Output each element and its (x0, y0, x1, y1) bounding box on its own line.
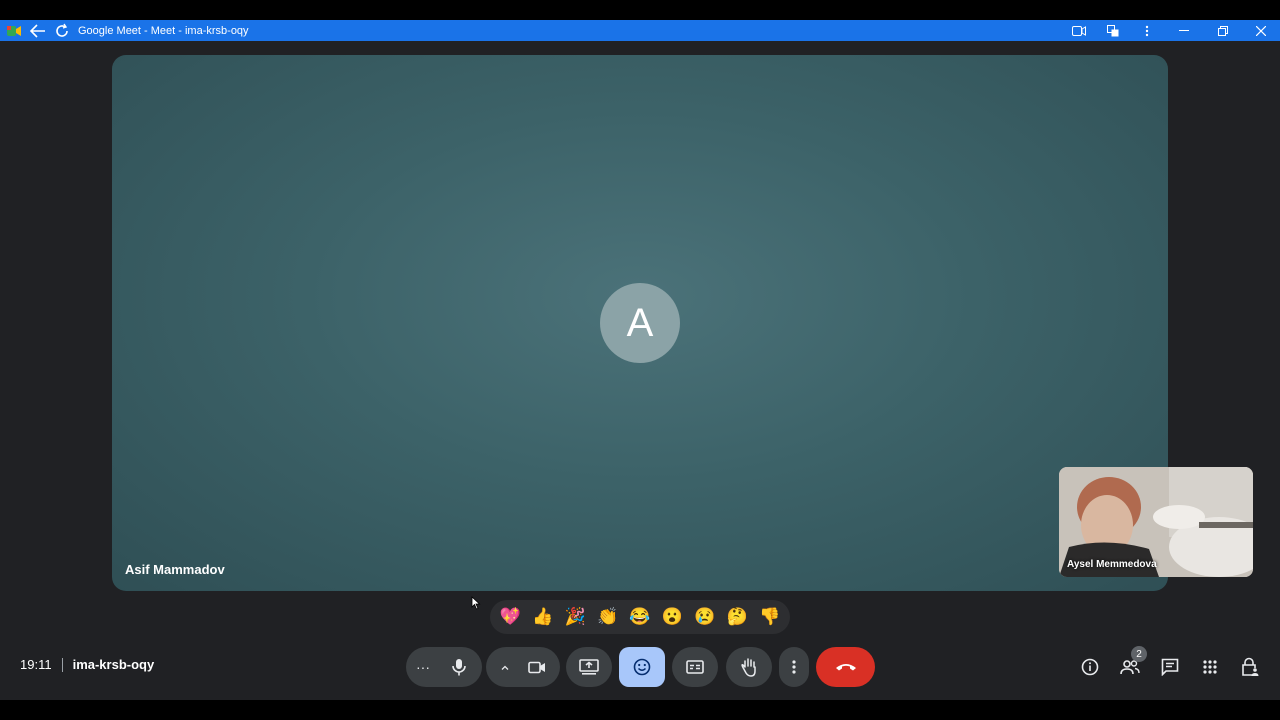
host-controls-button[interactable] (1230, 647, 1270, 687)
present-screen-icon (579, 659, 599, 675)
raise-hand-button[interactable] (726, 647, 772, 687)
apps-grid-icon (1202, 659, 1218, 675)
microphone-icon[interactable] (448, 656, 470, 678)
meet-logo-icon (4, 21, 24, 41)
reactions-bar: 💖 👍 🎉 👏 😂 😮 😢 🤔 👎 (490, 600, 790, 634)
lock-person-icon (1241, 657, 1259, 677)
kebab-vertical-icon (792, 659, 796, 675)
captions-icon (686, 660, 704, 674)
kebab-menu-icon[interactable] (1130, 21, 1164, 41)
side-panel-controls: 2 (1070, 646, 1280, 687)
back-arrow-icon[interactable] (28, 21, 48, 41)
self-view-tile[interactable]: Aysel Memmedova (1059, 467, 1253, 577)
leave-call-button[interactable] (816, 647, 875, 687)
reload-icon[interactable] (52, 21, 72, 41)
main-participant-tile[interactable]: A Asif Mammadov (112, 55, 1168, 591)
titlebar-actions (1062, 20, 1280, 41)
more-options-button[interactable] (779, 647, 809, 687)
translate-icon[interactable] (1096, 21, 1130, 41)
restore-icon[interactable] (1204, 21, 1242, 41)
participants-count-badge: 2 (1131, 646, 1147, 662)
people-button[interactable]: 2 (1110, 646, 1150, 687)
reaction-thinking[interactable]: 🤔 (722, 602, 752, 632)
captions-button[interactable] (672, 647, 718, 687)
reaction-surprised[interactable]: 😮 (657, 602, 687, 632)
mouse-cursor-icon (471, 596, 481, 610)
meet-app: A Asif Mammadov Aysel Memmedova 💖 👍 🎉 👏 … (0, 41, 1280, 700)
close-icon[interactable] (1242, 21, 1280, 41)
reaction-sad[interactable]: 😢 (690, 602, 720, 632)
self-name: Aysel Memmedova (1067, 559, 1157, 570)
video-camera-icon[interactable] (528, 661, 546, 674)
reaction-laugh[interactable]: 😂 (625, 602, 655, 632)
minimize-icon[interactable] (1164, 21, 1204, 41)
reaction-thumbs-up[interactable]: 👍 (528, 602, 558, 632)
reactions-button[interactable] (619, 647, 665, 687)
reaction-party[interactable]: 🎉 (560, 602, 590, 632)
camera-control-group (486, 647, 560, 687)
raise-hand-icon (740, 657, 758, 677)
info-icon (1081, 658, 1099, 676)
chevron-up-icon[interactable] (498, 665, 512, 670)
chat-button[interactable] (1150, 647, 1190, 687)
reaction-heart[interactable]: 💖 (495, 602, 525, 632)
chat-icon (1161, 658, 1179, 676)
activities-button[interactable] (1190, 647, 1230, 687)
reaction-clap[interactable]: 👏 (593, 602, 623, 632)
meeting-details-button[interactable] (1070, 647, 1110, 687)
audio-options-button[interactable]: ··· (416, 659, 438, 675)
participant-name: Asif Mammadov (125, 562, 225, 577)
present-screen-button[interactable] (566, 647, 612, 687)
window-titlebar: Google Meet - Meet - ima-krsb-oqy (0, 20, 1280, 41)
reaction-thumbs-down[interactable]: 👎 (755, 602, 785, 632)
participant-avatar: A (600, 283, 680, 363)
hang-up-icon (835, 662, 857, 672)
smiley-icon (633, 658, 651, 676)
window-title: Google Meet - Meet - ima-krsb-oqy (78, 24, 249, 37)
mic-control-group: ··· (406, 647, 482, 687)
camera-icon[interactable] (1062, 21, 1096, 41)
